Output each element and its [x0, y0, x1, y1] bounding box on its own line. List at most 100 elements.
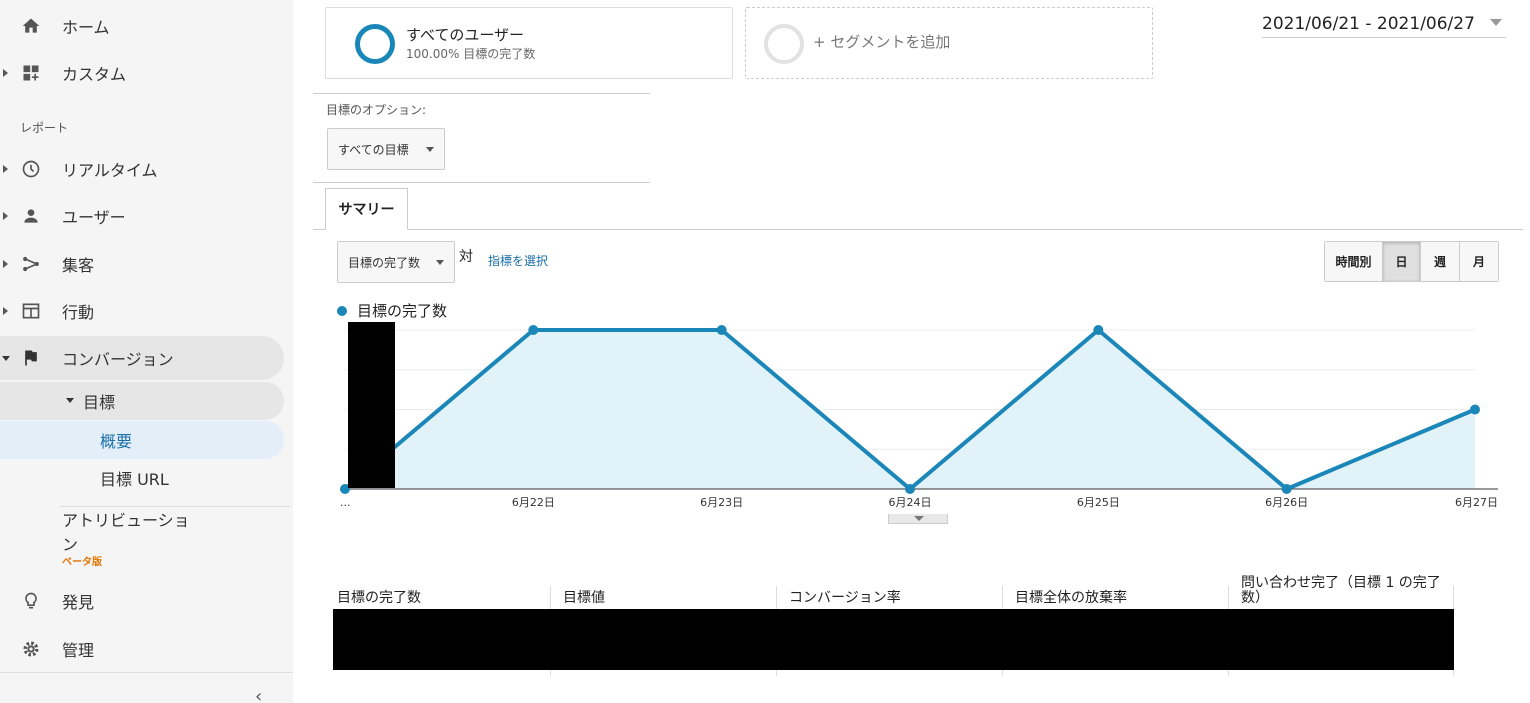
- data-point[interactable]: [1281, 484, 1292, 494]
- segment-ring-icon: [764, 24, 804, 64]
- sidebar-item-label: アトリビューショ: [62, 511, 190, 530]
- date-range-picker[interactable]: 2021/06/21 - 2021/06/27: [1262, 10, 1506, 38]
- sidebar-item-discover[interactable]: 発見: [0, 579, 284, 623]
- sidebar-divider: [60, 506, 290, 507]
- sidebar-item-label: 概要: [100, 432, 133, 451]
- x-tick-label: 6月22日: [512, 496, 555, 509]
- data-point[interactable]: [716, 325, 727, 335]
- x-tick-label: 6月23日: [700, 496, 743, 509]
- period-day-button[interactable]: 日: [1383, 242, 1421, 281]
- divider: [313, 182, 650, 183]
- line-chart: ... 6月22日 6月23日 6月24日 6月25日 6月26日 6月27日: [340, 325, 1498, 509]
- sidebar-item-label: 目標: [83, 393, 116, 412]
- dashboard-plus-icon: [20, 62, 42, 84]
- collapse-sidebar-icon[interactable]: ‹: [255, 686, 262, 703]
- segment-subtitle: 100.00% 目標の完了数: [406, 47, 536, 61]
- chevron-down-icon: [914, 516, 924, 521]
- scorecard-header: コンバージョン率: [789, 590, 901, 606]
- divider: [313, 93, 650, 94]
- scorecard-header: 目標全体の放棄率: [1015, 590, 1127, 606]
- sidebar-item-realtime[interactable]: リアルタイム: [0, 147, 284, 191]
- acquisition-icon: [20, 253, 42, 275]
- sidebar-item-label: 集客: [62, 256, 95, 275]
- sidebar-item-custom[interactable]: カスタム: [0, 51, 284, 95]
- goal-options-value: すべての目標: [338, 142, 409, 157]
- sidebar-item-label: ユーザー: [62, 208, 126, 227]
- sidebar-item-attribution[interactable]: アトリビューショ ン: [62, 509, 190, 557]
- sidebar-item-label: 目標 URL: [100, 470, 169, 489]
- period-hourly-button[interactable]: 時間別: [1325, 242, 1383, 281]
- sidebar-item-behavior[interactable]: 行動: [0, 289, 284, 333]
- data-point[interactable]: [905, 484, 915, 494]
- caret-down-icon: [2, 355, 10, 361]
- add-segment-label: + セグメントを追加: [813, 33, 951, 51]
- sidebar-item-goals-overview[interactable]: 概要: [0, 421, 284, 459]
- scorecard-header: 目標値: [563, 590, 605, 606]
- sidebar-item-goals[interactable]: 目標: [0, 382, 284, 420]
- clock-icon: [20, 158, 42, 180]
- select-metric-link[interactable]: 指標を選択: [488, 252, 548, 269]
- x-tick-label: 6月25日: [1077, 496, 1120, 509]
- caret-right-icon: [3, 260, 8, 268]
- data-point[interactable]: [1470, 404, 1480, 415]
- x-tick-label: 6月26日: [1265, 496, 1308, 509]
- chart-resize-handle[interactable]: [888, 514, 948, 524]
- sidebar-item-label: 発見: [62, 593, 95, 612]
- segment-name: すべてのユーザー: [406, 26, 525, 44]
- redacted-region: [333, 609, 1454, 670]
- lightbulb-icon: [20, 590, 42, 612]
- sidebar-item-goal-urls[interactable]: 目標 URL: [0, 459, 284, 497]
- data-point[interactable]: [528, 325, 539, 335]
- gear-icon: [20, 638, 42, 660]
- sidebar-item-label: カスタム: [62, 65, 127, 84]
- sidebar-item-acquisition[interactable]: 集客: [0, 242, 284, 286]
- legend-swatch: [337, 305, 347, 316]
- metric-select[interactable]: 目標の完了数: [337, 241, 455, 283]
- period-week-button[interactable]: 週: [1421, 242, 1460, 281]
- period-toggle-group: 時間別 日 週 月: [1324, 241, 1499, 282]
- caret-down-icon: [66, 398, 74, 403]
- segment-ring-icon: [355, 24, 395, 64]
- data-point[interactable]: [1093, 325, 1104, 335]
- date-range-text: 2021/06/21 - 2021/06/27: [1262, 13, 1475, 34]
- tab-bar-divider: [313, 229, 1523, 230]
- sidebar-item-label: 行動: [62, 303, 95, 322]
- vs-label: 対: [459, 249, 473, 265]
- metric-select-value: 目標の完了数: [348, 255, 421, 270]
- sidebar-item-label: コンバージョン: [62, 350, 174, 369]
- sidebar: ホーム カスタム レポート リアルタイム ユーザー 集客 行動 コンバージョン …: [0, 0, 293, 703]
- tab-summary[interactable]: サマリー: [325, 188, 408, 230]
- x-tick-label: 6月24日: [889, 496, 932, 509]
- beta-badge: ベータ版: [62, 557, 102, 568]
- chevron-down-icon: [436, 260, 444, 265]
- caret-right-icon: [3, 212, 8, 220]
- scorecard-table: 目標の完了数 目標値 コンバージョン率 目標全体の放棄率 問い合わせ完了（目標 …: [333, 568, 1454, 676]
- sidebar-item-label: 管理: [62, 641, 95, 660]
- caret-right-icon: [3, 307, 8, 315]
- sidebar-item-label: ホーム: [62, 18, 110, 37]
- redacted-region: [348, 322, 395, 488]
- goal-options-select[interactable]: すべての目標: [327, 128, 445, 170]
- add-segment-button[interactable]: + セグメントを追加: [745, 7, 1153, 79]
- home-icon: [20, 15, 42, 37]
- behavior-window-icon: [20, 300, 42, 322]
- x-tick-label: ...: [340, 496, 351, 509]
- sidebar-item-home[interactable]: ホーム: [0, 4, 284, 48]
- x-tick-label: 6月27日: [1455, 496, 1498, 509]
- period-month-button[interactable]: 月: [1460, 242, 1498, 281]
- chevron-down-icon: [426, 147, 434, 152]
- scorecard-header: 目標の完了数: [337, 590, 421, 606]
- sidebar-item-label: リアルタイム: [62, 161, 158, 180]
- chevron-down-icon: [1490, 19, 1502, 26]
- section-heading-reports: レポート: [20, 121, 69, 135]
- person-icon: [20, 205, 42, 227]
- sidebar-item-conversions[interactable]: コンバージョン: [0, 336, 284, 380]
- sidebar-item-audience[interactable]: ユーザー: [0, 194, 284, 238]
- scorecard-header: 問い合わせ完了（目標 1 の完了数）: [1241, 575, 1441, 606]
- segment-card-all-users[interactable]: すべてのユーザー 100.00% 目標の完了数: [325, 7, 733, 79]
- sidebar-divider: [0, 672, 293, 673]
- goal-options-label: 目標のオプション:: [326, 103, 427, 117]
- caret-right-icon: [3, 165, 8, 173]
- flag-icon: [20, 347, 42, 369]
- sidebar-item-admin[interactable]: 管理: [0, 627, 284, 671]
